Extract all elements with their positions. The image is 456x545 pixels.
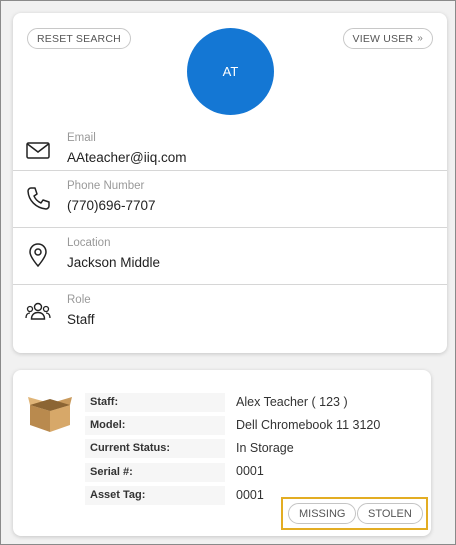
phone-row: Phone Number (770)696-7707 xyxy=(13,170,447,227)
current-status-value: In Storage xyxy=(236,441,294,455)
map-pin-icon xyxy=(29,243,47,268)
missing-button[interactable]: MISSING xyxy=(288,503,357,524)
staff-label: Staff: xyxy=(85,393,225,412)
location-label: Location xyxy=(67,237,111,249)
stolen-button[interactable]: STOLEN xyxy=(357,503,423,524)
model-label: Model: xyxy=(85,416,225,435)
current-status-label: Current Status: xyxy=(85,439,225,458)
avatar-initials: AT xyxy=(222,64,239,79)
phone-icon xyxy=(27,187,50,210)
location-row: Location Jackson Middle xyxy=(13,227,447,284)
user-card: RESET SEARCH VIEW USER » AT Email AAteac… xyxy=(13,13,447,353)
role-row: Role Staff xyxy=(13,284,447,341)
role-value: Staff xyxy=(67,312,95,327)
serial-value: 0001 xyxy=(236,464,264,478)
cardboard-box-icon xyxy=(28,397,72,432)
envelope-icon xyxy=(26,142,50,159)
serial-label: Serial #: xyxy=(85,463,225,482)
view-user-label: VIEW USER xyxy=(352,32,414,45)
people-icon xyxy=(25,302,51,320)
reset-search-button[interactable]: RESET SEARCH xyxy=(27,28,131,49)
asset-tag-label: Asset Tag: xyxy=(85,486,225,505)
asset-tag-value: 0001 xyxy=(236,488,264,502)
view-user-button[interactable]: VIEW USER » xyxy=(342,28,433,49)
location-value: Jackson Middle xyxy=(67,255,161,270)
double-chevron-right-icon: » xyxy=(417,33,423,44)
staff-value: Alex Teacher ( 123 ) xyxy=(236,395,348,409)
email-value: AAteacher@iiq.com xyxy=(67,150,187,165)
phone-label: Phone Number xyxy=(67,180,145,192)
role-label: Role xyxy=(67,294,91,306)
phone-value: (770)696-7707 xyxy=(67,198,156,213)
email-label: Email xyxy=(67,132,96,144)
avatar: AT xyxy=(187,28,274,115)
model-value: Dell Chromebook 11 3120 xyxy=(236,418,381,432)
